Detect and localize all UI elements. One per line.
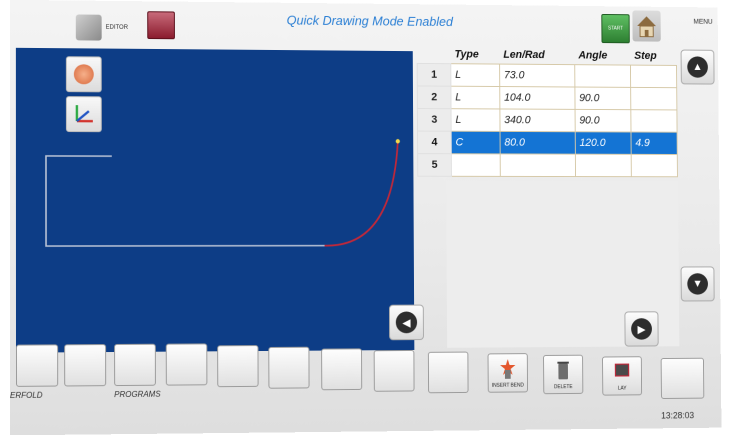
editor-icon: [76, 14, 102, 40]
soft-key-3[interactable]: [114, 344, 156, 386]
axis-icon: [71, 101, 97, 127]
cell-type[interactable]: [451, 154, 500, 177]
zoom-icon: [74, 64, 94, 84]
insert-bend-label: INSERT BEND: [492, 383, 524, 389]
delete-button[interactable]: DELETE: [543, 355, 583, 395]
cell-angle[interactable]: 120.0: [575, 132, 631, 155]
cell-angle[interactable]: [575, 154, 631, 177]
soft-key-1[interactable]: [16, 344, 58, 387]
start-label: START: [608, 26, 623, 32]
cell-step[interactable]: [631, 65, 677, 88]
header-type: Type: [451, 46, 500, 64]
arrow-up-icon: ▲: [687, 56, 708, 77]
scroll-right-button[interactable]: ▶: [624, 311, 658, 346]
machine-screen: EDITOR Quick Drawing Mode Enabled START …: [10, 0, 722, 435]
cell-step[interactable]: [631, 87, 677, 110]
axis-tool-button[interactable]: [66, 96, 102, 132]
cell-angle[interactable]: 90.0: [575, 87, 631, 110]
cell-len[interactable]: 80.0: [500, 131, 575, 154]
scroll-up-button[interactable]: ▲: [681, 50, 715, 85]
row-number: 3: [417, 109, 451, 132]
trash-icon: [555, 360, 570, 382]
table-row[interactable]: 2 L 104.0 90.0: [417, 86, 677, 110]
soft-key-4[interactable]: [166, 343, 208, 385]
table-row-selected[interactable]: 4 C 80.0 120.0 4.9: [418, 131, 678, 154]
cell-len[interactable]: 73.0: [500, 64, 575, 87]
clock: 13:28:03: [661, 410, 694, 420]
layout-button[interactable]: LAY: [602, 356, 642, 395]
soft-key-8[interactable]: [374, 350, 415, 392]
cell-step[interactable]: [631, 110, 677, 133]
header-step: Step: [630, 47, 676, 65]
start-button[interactable]: START: [601, 14, 630, 43]
footer-label-left: ERFOLD: [10, 391, 43, 400]
header-num: [417, 45, 451, 63]
editor-button[interactable]: EDITOR: [76, 10, 146, 44]
cell-len[interactable]: 340.0: [500, 109, 575, 132]
menu-label[interactable]: MENU: [693, 19, 712, 26]
bend-grid: Type Len/Rad Angle Step 1 L 73.0 2 L 1: [417, 45, 678, 177]
table-row[interactable]: 5: [418, 154, 678, 177]
arrow-down-icon: ▼: [687, 273, 708, 294]
cell-type[interactable]: L: [451, 64, 500, 87]
arrow-right-icon: ▶: [631, 318, 652, 340]
table-row[interactable]: 1 L 73.0: [417, 63, 677, 87]
home-button[interactable]: [632, 10, 660, 41]
cell-type[interactable]: C: [451, 131, 500, 154]
layout-icon: [614, 361, 629, 383]
soft-key-7[interactable]: [321, 348, 362, 390]
top-bar: EDITOR Quick Drawing Mode Enabled START …: [10, 0, 718, 52]
soft-key-2[interactable]: [64, 344, 106, 386]
scroll-down-button[interactable]: ▼: [681, 266, 715, 301]
part-profile: [16, 48, 414, 353]
row-number: 1: [417, 63, 451, 86]
row-number: 4: [418, 131, 452, 154]
stop-button[interactable]: [147, 11, 175, 39]
cell-len[interactable]: 104.0: [500, 87, 575, 110]
drawing-canvas[interactable]: [16, 48, 414, 353]
scroll-left-button[interactable]: ◀: [389, 305, 424, 341]
header-angle: Angle: [575, 47, 631, 65]
soft-key-9[interactable]: [428, 352, 469, 394]
bend-table: Type Len/Rad Angle Step 1 L 73.0 2 L 1: [417, 45, 680, 340]
cell-step[interactable]: [631, 154, 677, 176]
soft-key-6[interactable]: [268, 347, 309, 389]
cell-step[interactable]: 4.9: [631, 132, 677, 154]
zoom-tool-button[interactable]: [66, 56, 102, 92]
cell-type[interactable]: L: [451, 109, 500, 132]
programs-label[interactable]: PROGRAMS: [114, 390, 160, 399]
insert-bend-icon: [500, 358, 515, 380]
table-row[interactable]: 3 L 340.0 90.0: [417, 109, 677, 133]
home-icon: [632, 10, 660, 41]
cell-len[interactable]: [500, 154, 575, 177]
cell-type[interactable]: L: [451, 86, 500, 109]
soft-key-10[interactable]: [661, 358, 705, 399]
cell-angle[interactable]: 90.0: [575, 109, 631, 132]
editor-label: EDITOR: [106, 25, 128, 31]
row-number: 2: [417, 86, 451, 109]
row-number: 5: [418, 154, 452, 177]
mode-title: Quick Drawing Mode Enabled: [287, 13, 453, 29]
insert-bend-button[interactable]: INSERT BEND: [488, 353, 528, 393]
arrow-left-icon: ◀: [396, 311, 417, 333]
delete-label: DELETE: [554, 384, 573, 390]
header-len-rad: Len/Rad: [500, 46, 575, 65]
soft-key-5[interactable]: [217, 345, 258, 387]
layout-label: LAY: [618, 386, 627, 392]
cell-angle[interactable]: [575, 65, 631, 88]
table-header-row: Type Len/Rad Angle Step: [417, 45, 676, 65]
